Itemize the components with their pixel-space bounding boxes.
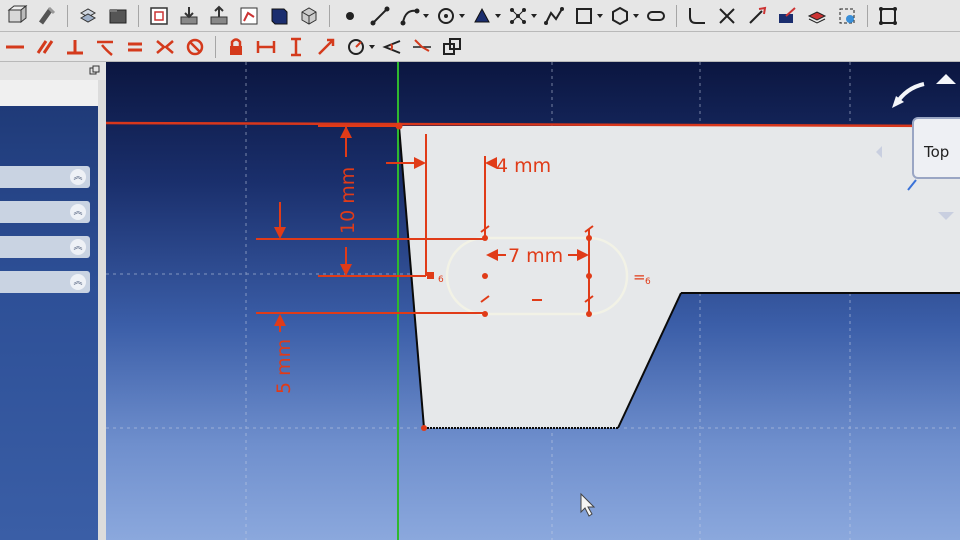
panel-tab-area (0, 80, 100, 106)
toolbar-separator (215, 35, 216, 58)
x-axis (106, 121, 960, 128)
trim-icon[interactable] (714, 3, 740, 29)
float-panel-icon[interactable] (89, 65, 100, 76)
toolbar-separator (676, 4, 677, 27)
conic-icon[interactable] (469, 3, 495, 29)
array-icon[interactable] (875, 3, 901, 29)
chevron-down-icon[interactable] (423, 3, 429, 29)
collapse-icon[interactable]: ︽ (70, 204, 86, 220)
extend-icon[interactable] (744, 3, 770, 29)
perpendicular-icon[interactable] (62, 34, 88, 60)
collapse-icon[interactable]: ︽ (70, 239, 86, 255)
horizontal-distance-icon[interactable] (253, 34, 279, 60)
task-section[interactable]: ︽ (0, 236, 90, 258)
distance-icon[interactable] (313, 34, 339, 60)
toolbar-separator (867, 4, 868, 27)
dimension-7mm[interactable]: 7 mm (508, 245, 563, 267)
snell-icon[interactable] (409, 34, 435, 60)
rectangle-icon[interactable] (571, 3, 597, 29)
point-icon[interactable] (337, 3, 363, 29)
radius-icon[interactable] (343, 34, 369, 60)
tangent-icon[interactable] (92, 34, 118, 60)
task-panel: ︽ ︽ ︽ ︽ (0, 106, 98, 540)
toolbar-separator (138, 4, 139, 27)
panel-title-bar (0, 62, 106, 81)
toolbar-separator (329, 4, 330, 27)
box-icon[interactable] (296, 3, 322, 29)
block-icon[interactable] (182, 34, 208, 60)
polygon-icon[interactable] (607, 3, 633, 29)
lock-icon[interactable] (223, 34, 249, 60)
constraint-subscript-a: 6 (645, 277, 651, 287)
chevron-down-icon[interactable] (495, 3, 501, 29)
polyline-icon[interactable] (541, 3, 567, 29)
navigation-cube[interactable]: Top (912, 117, 960, 179)
symmetric-icon[interactable] (152, 34, 178, 60)
horizontal-icon[interactable] (2, 34, 28, 60)
dimension-5mm[interactable]: 5 mm (273, 339, 295, 394)
folder-icon[interactable] (105, 3, 131, 29)
up-arrow-icon (936, 74, 956, 84)
export-icon[interactable] (206, 3, 232, 29)
std-tool-icon[interactable] (75, 3, 101, 29)
chevron-down-icon[interactable] (633, 3, 639, 29)
arc-icon[interactable] (397, 3, 423, 29)
external-geometry-icon[interactable] (774, 3, 800, 29)
chevron-down-icon[interactable] (597, 3, 603, 29)
sketch-canvas[interactable]: 4 mm 7 mm 10 mm 5 mm = 6 6 (106, 62, 960, 540)
sketcher-toolbar (0, 0, 960, 32)
3d-viewport[interactable]: 4 mm 7 mm 10 mm 5 mm = 6 6 Top (106, 62, 960, 540)
constraint-subscript-b: 6 (438, 275, 444, 285)
navcube-face-label[interactable]: Top (924, 143, 949, 161)
circle-icon[interactable] (433, 3, 459, 29)
carbon-copy-icon[interactable] (804, 3, 830, 29)
toolbar-separator (67, 4, 68, 27)
view-section-icon[interactable] (266, 3, 292, 29)
part-icon[interactable] (4, 3, 30, 29)
task-section[interactable]: ︽ (0, 166, 90, 188)
dimension-10mm[interactable]: 10 mm (337, 167, 359, 234)
internal-alignment-icon[interactable] (439, 34, 465, 60)
collapse-icon[interactable]: ︽ (70, 274, 86, 290)
mouse-cursor-icon (580, 492, 596, 517)
dimension-4mm[interactable]: 4 mm (496, 155, 551, 177)
equal-icon[interactable] (122, 34, 148, 60)
collapse-icon[interactable]: ︽ (70, 169, 86, 185)
equal-constraint-label[interactable]: = (633, 268, 646, 286)
vertical-distance-icon[interactable] (283, 34, 309, 60)
task-section[interactable]: ︽ (0, 201, 90, 223)
angle-icon[interactable] (379, 34, 405, 60)
new-sketch-icon[interactable] (146, 3, 172, 29)
chevron-down-icon[interactable] (531, 3, 537, 29)
line-icon[interactable] (367, 3, 393, 29)
view-sketch-icon[interactable] (236, 3, 262, 29)
panel-scrollbar[interactable] (98, 80, 106, 540)
chevron-down-icon[interactable] (369, 34, 375, 60)
parallel-icon[interactable] (32, 34, 58, 60)
construction-icon[interactable] (834, 3, 860, 29)
leave-sketch-icon[interactable] (176, 3, 202, 29)
slot-icon[interactable] (643, 3, 669, 29)
bspline-icon[interactable] (505, 3, 531, 29)
chevron-down-icon[interactable] (459, 3, 465, 29)
combo-view-panel: ︽ ︽ ︽ ︽ (0, 62, 106, 540)
constraints-toolbar (0, 32, 960, 62)
workbench-icon[interactable] (34, 3, 60, 29)
task-section[interactable]: ︽ (0, 271, 90, 293)
fillet-icon[interactable] (684, 3, 710, 29)
